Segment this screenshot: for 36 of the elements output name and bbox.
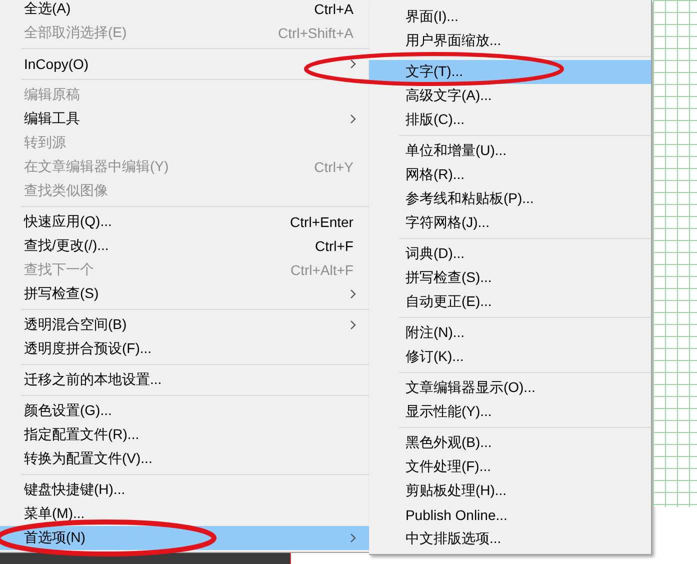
menu-item[interactable]: 转换为配置文件(V)... (0, 447, 370, 471)
menu-item[interactable]: 文字(T)... (369, 60, 652, 84)
menu-item[interactable]: 词典(D)... (369, 242, 652, 266)
menu-item[interactable]: 透明混合空间(B) (0, 313, 370, 337)
menu-item[interactable]: 文件处理(F)... (369, 455, 652, 479)
menu-item[interactable]: 透明度拼合预设(F)... (0, 337, 370, 361)
menu-item[interactable]: 指定配置文件(R)... (0, 423, 370, 447)
menu-item[interactable]: 键盘快捷键(H)... (0, 478, 370, 502)
menu-item[interactable]: 高级文字(A)... (369, 84, 652, 108)
menu-item[interactable]: 黑色外观(B)... (369, 431, 652, 455)
menu-item[interactable]: 迁移之前的本地设置... (0, 368, 370, 392)
menu-item[interactable]: 查找/更改(/)... Ctrl+F (0, 234, 370, 258)
menu-item[interactable]: 文章编辑器显示(O)... (369, 376, 652, 400)
menu-item[interactable]: 全选(A) Ctrl+A (0, 0, 370, 21)
menu-item[interactable]: Publish Online... (369, 503, 652, 527)
menu-item[interactable]: 菜单(M)... (0, 502, 370, 526)
menu-item[interactable]: 快速应用(Q)... Ctrl+Enter (0, 210, 370, 234)
menu-item[interactable]: 参考线和粘贴板(P)... (369, 187, 652, 211)
menu-item[interactable]: 拼写检查(S) (0, 282, 370, 306)
menu-item[interactable]: 单位和增量(U)... (369, 139, 652, 163)
menu-item[interactable]: 首选项(N) (0, 526, 370, 550)
menu-item[interactable]: 字符网格(J)... (369, 211, 652, 235)
menu-item[interactable]: 界面(I)... (369, 5, 652, 29)
menu-item[interactable]: 拼写检查(S)... (369, 266, 652, 290)
menu-item[interactable]: InCopy(O) (0, 52, 370, 76)
menu-item[interactable]: 显示性能(Y)... (369, 400, 652, 424)
menu-item[interactable]: 修订(K)... (369, 345, 652, 369)
menu-item[interactable]: 剪贴板处理(H)... (369, 479, 652, 503)
menu-item[interactable]: 排版(C)... (369, 108, 652, 132)
menu-item[interactable]: 网格(R)... (369, 163, 652, 187)
menu-item[interactable]: 自动更正(E)... (369, 290, 652, 314)
menu-item[interactable]: 中文排版选项... (369, 527, 652, 551)
menu-item[interactable]: 附注(N)... (369, 321, 652, 345)
menu-item[interactable]: 用户界面缩放... (369, 29, 652, 53)
menu-item[interactable]: 颜色设置(G)... (0, 399, 370, 423)
menu-item[interactable]: 编辑工具 (0, 107, 370, 131)
